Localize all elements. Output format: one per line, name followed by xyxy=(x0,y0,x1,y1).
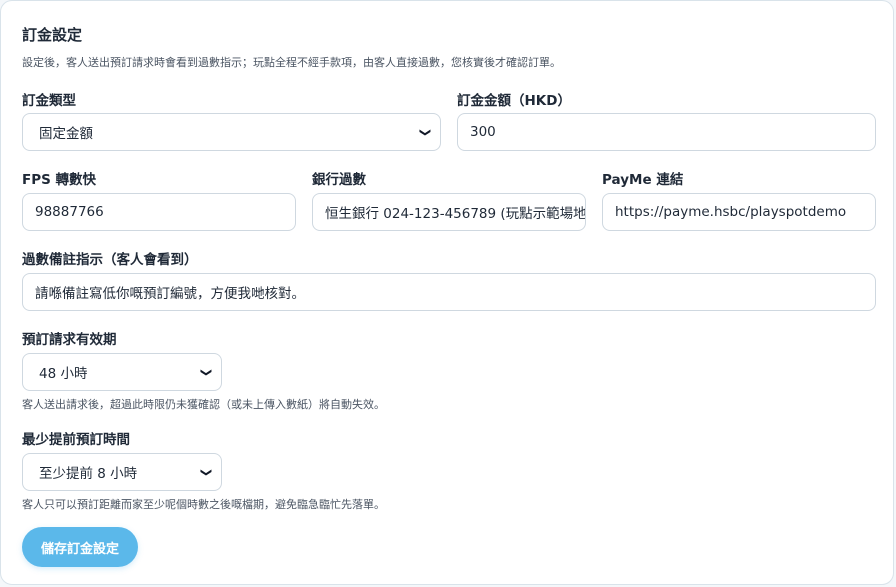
validity-hint: 客人送出請求後，超過此時限仍未獲確認（或未上傳入數紙）將自動失效。 xyxy=(22,398,385,411)
payme-input[interactable]: https://payme.hsbc/playspotdemo xyxy=(602,193,876,231)
advance-label: 最少提前預訂時間 xyxy=(22,432,130,448)
deposit-amount-label: 訂金金額（HKD） xyxy=(457,93,571,109)
deposit-type-select[interactable]: 固定金額 ❯ xyxy=(22,113,441,151)
chevron-down-icon: ❯ xyxy=(199,467,213,477)
remarks-input[interactable]: 請喺備註寫低你嘅預訂編號，方便我哋核對。 xyxy=(22,273,876,311)
deposit-type-label: 訂金類型 xyxy=(22,93,76,109)
section-title: 訂金設定 xyxy=(22,26,83,44)
deposit-amount-input[interactable]: 300 xyxy=(457,113,876,151)
advance-hint: 客人只可以預訂距離而家至少呢個時數之後嘅檔期，避免臨急臨忙先落單。 xyxy=(22,498,385,511)
validity-label: 預訂請求有效期 xyxy=(22,332,117,348)
section-description: 設定後，客人送出預訂請求時會看到過數指示；玩點全程不經手款項，由客人直接過數，您… xyxy=(22,56,561,69)
validity-select[interactable]: 48 小時 ❯ xyxy=(22,353,222,391)
validity-value: 48 小時 xyxy=(39,366,88,382)
fps-input[interactable]: 98887766 xyxy=(22,193,296,231)
remarks-label: 過數備註指示（客人會看到） xyxy=(22,252,198,268)
deposit-type-value: 固定金額 xyxy=(39,126,93,142)
chevron-down-icon: ❯ xyxy=(199,367,213,377)
fps-label: FPS 轉數快 xyxy=(22,172,97,188)
save-deposit-settings-button[interactable]: 儲存訂金設定 xyxy=(22,527,138,567)
bank-label: 銀行過數 xyxy=(312,172,366,188)
deposit-settings-card: 訂金設定 設定後，客人送出預訂請求時會看到過數指示；玩點全程不經手款項，由客人直… xyxy=(0,0,894,585)
chevron-down-icon: ❯ xyxy=(418,127,432,137)
bank-input[interactable]: 恒生銀行 024-123-456789 (玩點示範場地 xyxy=(312,193,586,231)
advance-select[interactable]: 至少提前 8 小時 ❯ xyxy=(22,453,222,491)
payme-label: PayMe 連結 xyxy=(602,172,684,188)
advance-value: 至少提前 8 小時 xyxy=(39,466,138,482)
